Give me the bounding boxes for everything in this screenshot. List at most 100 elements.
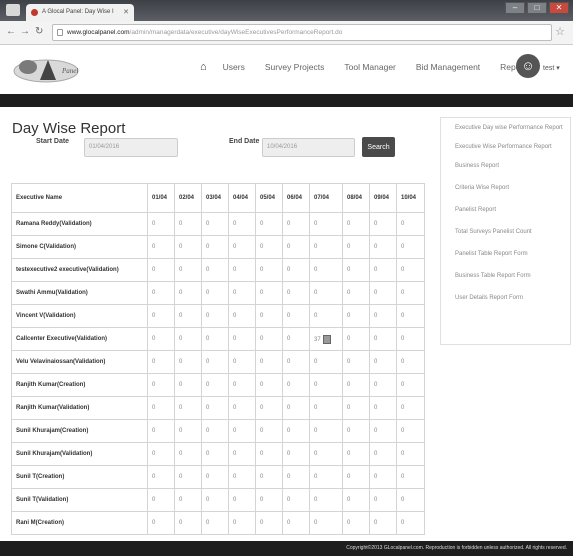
count-value: 0 xyxy=(152,221,156,227)
count-cell: 0 xyxy=(369,235,397,259)
count-cell: 0 xyxy=(201,419,229,443)
search-button[interactable]: Search xyxy=(362,137,395,157)
count-value: 0 xyxy=(179,244,183,250)
sidebar-item-panelist-table[interactable]: Panelist Table Report Form xyxy=(455,250,570,259)
count-cell: 0 xyxy=(228,373,256,397)
sidebar-item-business-table[interactable]: Business Table Report Form xyxy=(455,272,570,281)
count-cell: 0 xyxy=(396,373,425,397)
reload-icon[interactable]: ↻ xyxy=(35,26,43,38)
page-title: Day Wise Report xyxy=(12,120,126,137)
url-host: www.glocalpanel.com xyxy=(67,29,130,36)
count-cell: 0 xyxy=(369,212,397,236)
table-row: Sunil Khurajam(Validation) 0 0 0 0 0 0 0 0 0 0 xyxy=(11,442,425,466)
sidebar-item-criteria-wise[interactable]: Criteria Wise Report xyxy=(455,184,570,193)
calendar-icon[interactable] xyxy=(322,334,331,344)
nav-survey-projects[interactable]: Survey Projects xyxy=(265,62,325,72)
count-value: 0 xyxy=(206,451,210,457)
count-cell: 0 xyxy=(255,511,283,535)
table-row: Sunil Khurajam(Creation) 0 0 0 0 0 0 0 0 0 0 xyxy=(11,419,425,443)
address-bar[interactable]: www.glocalpanel.com/admin/managerdata/ex… xyxy=(52,24,552,41)
table-body: Ramana Reddy(Validation) 0 0 0 0 0 0 0 0 0 0 Simone… xyxy=(11,212,425,535)
count-value: 0 xyxy=(206,267,210,273)
back-icon[interactable]: ← xyxy=(6,26,16,38)
count-value: 0 xyxy=(287,244,291,250)
window-menu-icon[interactable] xyxy=(6,4,20,16)
count-cell: 0 xyxy=(255,488,283,512)
count-cell: 0 xyxy=(282,511,310,535)
count-value: 0 xyxy=(206,405,210,411)
count-cell: 0 xyxy=(342,304,370,328)
count-cell: 0 xyxy=(282,488,310,512)
glocal-panel-logo[interactable]: Panel xyxy=(12,54,90,86)
table-row: Simone C(Validation) 0 0 0 0 0 0 0 0 0 0 xyxy=(11,235,425,259)
count-cell: 0 xyxy=(228,350,256,374)
user-menu[interactable]: test ▾ xyxy=(543,64,560,72)
count-value: 0 xyxy=(314,451,318,457)
count-cell: 0 xyxy=(174,235,202,259)
count-cell: 0 xyxy=(147,258,175,282)
count-cell: 0 xyxy=(342,511,370,535)
count-cell: 0 xyxy=(228,442,256,466)
sidebar-item-business-report[interactable]: Business Report xyxy=(455,162,570,171)
user-avatar-icon[interactable]: ☺ xyxy=(516,54,540,78)
star-icon[interactable]: ☆ xyxy=(555,25,565,38)
count-cell: 0 xyxy=(309,212,343,236)
count-value: 0 xyxy=(374,290,378,296)
count-value: 0 xyxy=(206,382,210,388)
table-row: Ramana Reddy(Validation) 0 0 0 0 0 0 0 0 0 0 xyxy=(11,212,425,236)
count-value: 0 xyxy=(260,336,264,342)
count-cell: 0 xyxy=(396,327,425,351)
end-date-input[interactable]: 10/04/2016 xyxy=(262,138,355,157)
favicon-icon xyxy=(31,9,38,16)
count-cell: 0 xyxy=(228,396,256,420)
count-value: 0 xyxy=(314,405,318,411)
home-icon[interactable]: ⌂ xyxy=(200,62,207,73)
count-cell: 0 xyxy=(342,258,370,282)
count-value: 0 xyxy=(179,336,183,342)
nav-bid-management[interactable]: Bid Management xyxy=(416,62,480,72)
executive-name-cell: Ramana Reddy(Validation) xyxy=(11,212,148,236)
nav-tool-manager[interactable]: Tool Manager xyxy=(344,62,396,72)
count-value: 0 xyxy=(233,428,237,434)
count-value: 0 xyxy=(152,382,156,388)
count-value: 0 xyxy=(347,520,351,526)
count-value: 0 xyxy=(260,474,264,480)
count-cell: 0 xyxy=(147,235,175,259)
start-date-input[interactable]: 01/04/2016 xyxy=(84,138,178,157)
count-cell: 0 xyxy=(147,350,175,374)
count-value: 0 xyxy=(206,359,210,365)
count-cell: 0 xyxy=(255,373,283,397)
table-row: testexecutive2 executive(Validation) 0 0 0 0… xyxy=(11,258,425,282)
tab-title: A Glocal Panel: Day Wise I xyxy=(42,9,114,15)
count-cell: 0 xyxy=(396,350,425,374)
nav-users[interactable]: Users xyxy=(223,62,245,72)
count-value: 0 xyxy=(152,428,156,434)
count-value: 0 xyxy=(260,244,264,250)
main-nav: ⌂ Users Survey Projects Tool Manager Bid… xyxy=(200,62,550,73)
window-close-icon[interactable]: ✕ xyxy=(549,2,569,14)
count-cell: 0 xyxy=(282,419,310,443)
count-value: 0 xyxy=(401,221,405,227)
sidebar-item-executive-day-wise[interactable]: Executive Day wise Performance Report xyxy=(455,124,570,133)
count-cell: 37 xyxy=(309,327,343,351)
count-cell: 0 xyxy=(396,488,425,512)
column-header: 05/04 xyxy=(255,183,283,213)
browser-tab[interactable]: A Glocal Panel: Day Wise I ✕ xyxy=(26,4,134,21)
tab-close-icon[interactable]: ✕ xyxy=(123,8,129,16)
count-cell: 0 xyxy=(309,235,343,259)
sidebar-item-total-surveys[interactable]: Total Surveys Panelist Count xyxy=(455,228,570,237)
count-value: 0 xyxy=(206,221,210,227)
sidebar-item-panelist-report[interactable]: Panelist Report xyxy=(455,206,570,215)
sidebar-item-executive-wise[interactable]: Executive Wise Performance Report xyxy=(455,143,570,152)
sidebar-item-user-details[interactable]: User Details Report Form xyxy=(455,294,570,303)
count-value: 0 xyxy=(347,474,351,480)
minimize-icon[interactable]: – xyxy=(505,2,525,14)
count-cell: 0 xyxy=(282,396,310,420)
count-value: 0 xyxy=(347,451,351,457)
maximize-icon[interactable]: □ xyxy=(527,2,547,14)
count-value: 0 xyxy=(314,520,318,526)
reports-sidebar: Executive Day wise Performance Report Ex… xyxy=(440,117,571,345)
forward-icon[interactable]: → xyxy=(20,26,30,38)
executive-name-cell: Ranjith Kumar(Creation) xyxy=(11,373,148,397)
column-header: Executive Name xyxy=(11,183,148,213)
